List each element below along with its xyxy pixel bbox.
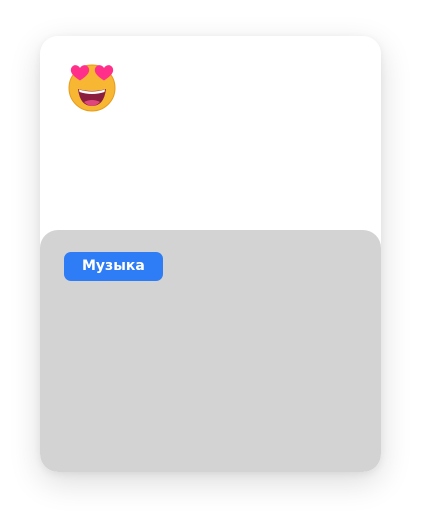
card-lower-panel: Музыка [40,230,381,472]
category-tag-button[interactable]: Музыка [64,252,163,281]
card-header-area [40,36,381,232]
smiling-face-with-heart-eyes-icon [68,64,116,112]
content-card[interactable]: Музыка [40,36,381,472]
